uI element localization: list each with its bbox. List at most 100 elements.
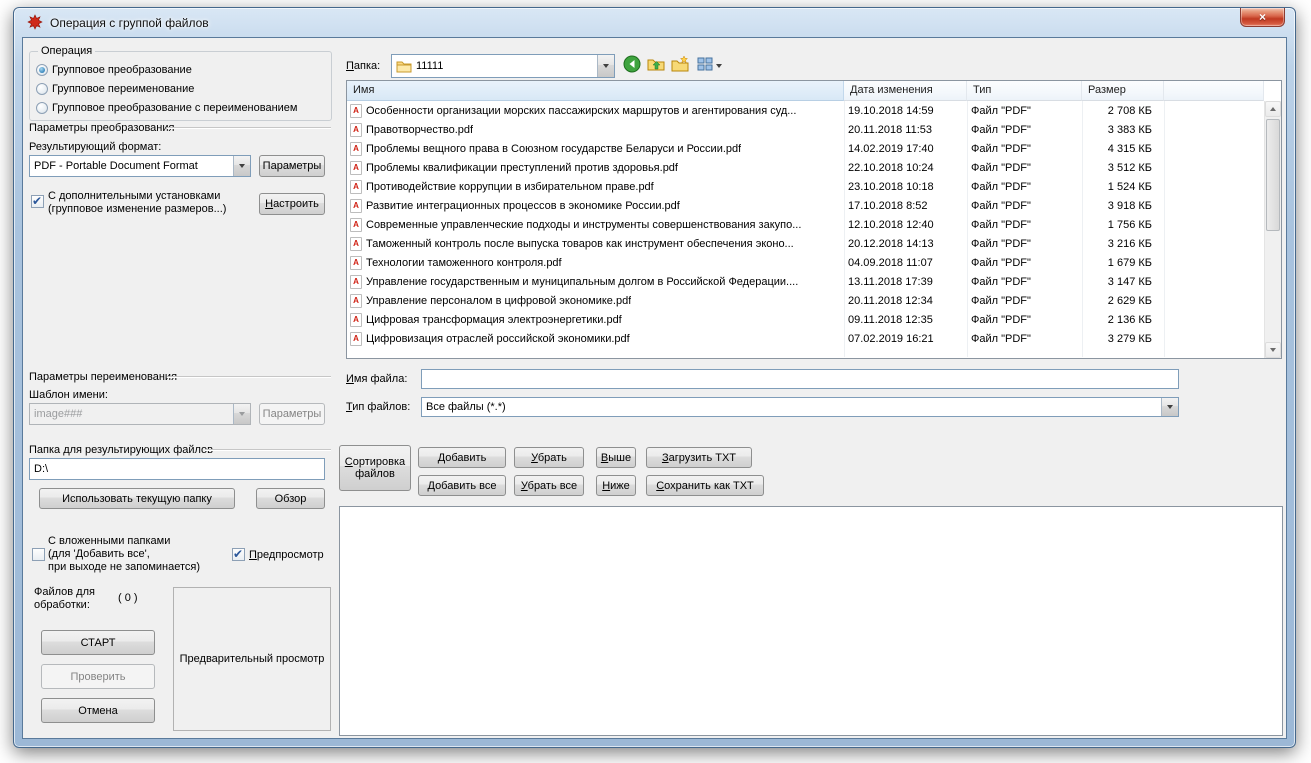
column-header-name[interactable]: Имя <box>347 81 844 101</box>
chevron-down-icon <box>597 55 614 77</box>
browse-button[interactable]: Обзор <box>256 488 325 509</box>
file-size: 3 147 КБ <box>1107 275 1152 288</box>
file-type: Файл "PDF" <box>971 294 1031 307</box>
format-select[interactable]: PDF - Portable Document Format <box>29 155 251 177</box>
sort-files-button[interactable]: Сортировка файлов <box>339 445 411 491</box>
file-row[interactable]: A Правотворчество.pdf 20.11.2018 11:53 Ф… <box>347 120 1264 139</box>
use-current-folder-button[interactable]: Использовать текущую папку <box>39 488 235 509</box>
file-row[interactable]: A Особенности организации морских пассаж… <box>347 101 1264 120</box>
arrow-up-icon <box>1270 107 1276 111</box>
column-header-size[interactable]: Размер <box>1082 81 1164 101</box>
file-date: 09.11.2018 12:35 <box>848 313 933 326</box>
format-label: Результирующий формат: <box>29 141 162 153</box>
name-template-select[interactable]: image### <box>29 403 251 425</box>
move-up-button[interactable]: Выше <box>596 447 636 468</box>
new-folder-button[interactable] <box>669 54 691 77</box>
file-date: 07.02.2019 16:21 <box>848 332 934 345</box>
pdf-file-icon: A <box>350 331 362 346</box>
selected-files-list[interactable] <box>339 506 1283 736</box>
advanced-settings-label-line2[interactable]: (групповое изменение размеров...) <box>48 203 226 216</box>
close-icon: × <box>1258 10 1266 24</box>
file-type: Файл "PDF" <box>971 142 1031 155</box>
radio-group-rename[interactable] <box>36 83 48 95</box>
file-browser-list[interactable]: Имя Дата изменения Тип Размер A Особенно… <box>346 80 1282 359</box>
back-button[interactable] <box>621 55 643 77</box>
save-txt-button[interactable]: Сохранить как TXT <box>646 475 764 496</box>
view-menu-button[interactable] <box>693 55 725 77</box>
subfolders-label-line1[interactable]: С вложенными папками <box>48 535 170 548</box>
file-type: Файл "PDF" <box>971 332 1031 345</box>
file-row[interactable]: A Современные управленческие подходы и и… <box>347 215 1264 234</box>
scroll-up-button[interactable] <box>1265 101 1281 117</box>
subfolders-checkbox[interactable] <box>32 548 45 561</box>
file-row[interactable]: A Противодействие коррупции в избиратель… <box>347 177 1264 196</box>
column-gridline <box>1164 101 1165 357</box>
file-row[interactable]: A Таможенный контроль после выпуска това… <box>347 234 1264 253</box>
subfolders-label-line2: (для 'Добавить все', <box>48 548 150 560</box>
pdf-file-icon: A <box>350 103 362 118</box>
file-list-body[interactable]: A Особенности организации морских пассаж… <box>347 101 1264 358</box>
file-name: Правотворчество.pdf <box>366 123 474 136</box>
start-button[interactable]: СТАРТ <box>41 630 155 655</box>
preview-panel-label: Предварительный просмотр <box>179 653 325 665</box>
advanced-settings-label-line1[interactable]: С дополнительными установками <box>48 190 220 203</box>
pdf-file-icon: A <box>350 122 362 137</box>
file-row[interactable]: A Проблемы квалификации преступлений про… <box>347 158 1264 177</box>
remove-button[interactable]: Убрать <box>514 447 584 468</box>
file-size: 1 756 КБ <box>1107 218 1152 231</box>
advanced-settings-checkbox[interactable] <box>31 194 44 208</box>
radio-group-conversion[interactable] <box>36 64 48 76</box>
file-row[interactable]: A Цифровая трансформация электроэнергети… <box>347 310 1264 329</box>
screen: Операция с группой файлов × Операция Гру… <box>0 0 1311 763</box>
column-gridline <box>1082 101 1083 357</box>
radio-label-group-conversion[interactable]: Групповое преобразование <box>52 64 192 77</box>
file-list-scrollbar[interactable] <box>1264 101 1281 358</box>
format-params-button[interactable]: Параметры <box>259 155 325 177</box>
radio-label-group-conversion-rename[interactable]: Групповое преобразование с переименовани… <box>52 102 298 115</box>
preview-checkbox-label[interactable]: Предпросмотр <box>249 549 324 562</box>
file-type: Файл "PDF" <box>971 256 1031 269</box>
column-header-type[interactable]: Тип <box>967 81 1082 101</box>
file-row[interactable]: A Управление персоналом в цифровой эконо… <box>347 291 1264 310</box>
new-folder-icon <box>671 54 689 77</box>
cancel-button[interactable]: Отмена <box>41 698 155 723</box>
file-date: 23.10.2018 10:18 <box>848 180 934 193</box>
add-all-button[interactable]: Добавить все <box>418 475 506 496</box>
filetype-select[interactable]: Все файлы (*.*) <box>421 397 1179 417</box>
scrollbar-thumb[interactable] <box>1266 119 1280 231</box>
verify-button[interactable]: Проверить <box>41 664 155 689</box>
pdf-file-icon: A <box>350 293 362 308</box>
preview-checkbox[interactable] <box>232 547 245 561</box>
move-down-button[interactable]: Ниже <box>596 475 636 496</box>
filetype-select-value: Все файлы (*.*) <box>426 401 506 413</box>
file-name: Развитие интеграционных процессов в экон… <box>366 199 680 212</box>
close-button[interactable]: × <box>1240 8 1285 27</box>
scroll-down-button[interactable] <box>1265 342 1281 358</box>
file-row[interactable]: A Технологии таможенного контроля.pdf 04… <box>347 253 1264 272</box>
configure-button[interactable]: Настроить <box>259 193 325 215</box>
filename-input[interactable] <box>421 369 1179 389</box>
up-one-level-button[interactable] <box>645 55 667 77</box>
file-row[interactable]: A Развитие интеграционных процессов в эк… <box>347 196 1264 215</box>
radio-group-conversion-rename[interactable] <box>36 102 48 114</box>
file-row[interactable]: A Цифровизация отраслей российской эконо… <box>347 329 1264 348</box>
load-txt-button[interactable]: Загрузить TXT <box>646 447 752 468</box>
file-row[interactable]: A Проблемы вещного права в Союзном госуд… <box>347 139 1264 158</box>
file-name: Цифровая трансформация электроэнергетики… <box>366 313 622 326</box>
file-row[interactable]: A Управление государственным и муниципал… <box>347 272 1264 291</box>
rename-params-button[interactable]: Параметры <box>259 403 325 425</box>
pdf-file-icon: A <box>350 274 362 289</box>
chevron-down-icon <box>1161 398 1178 416</box>
file-size: 2 136 КБ <box>1107 313 1152 326</box>
folder-select[interactable]: 11111 <box>391 54 615 78</box>
output-folder-input[interactable] <box>29 458 325 480</box>
views-icon <box>697 56 713 77</box>
dialog-window: Операция с группой файлов × Операция Гру… <box>13 7 1296 748</box>
remove-all-button[interactable]: Убрать все <box>514 475 584 496</box>
file-size: 3 383 КБ <box>1107 123 1152 136</box>
radio-label-group-rename[interactable]: Групповое переименование <box>52 83 194 96</box>
column-header-date[interactable]: Дата изменения <box>844 81 967 101</box>
add-button[interactable]: Добавить <box>418 447 506 468</box>
titlebar[interactable]: Операция с группой файлов × <box>14 8 1295 37</box>
files-count-label-line1: Файлов для <box>34 586 95 598</box>
